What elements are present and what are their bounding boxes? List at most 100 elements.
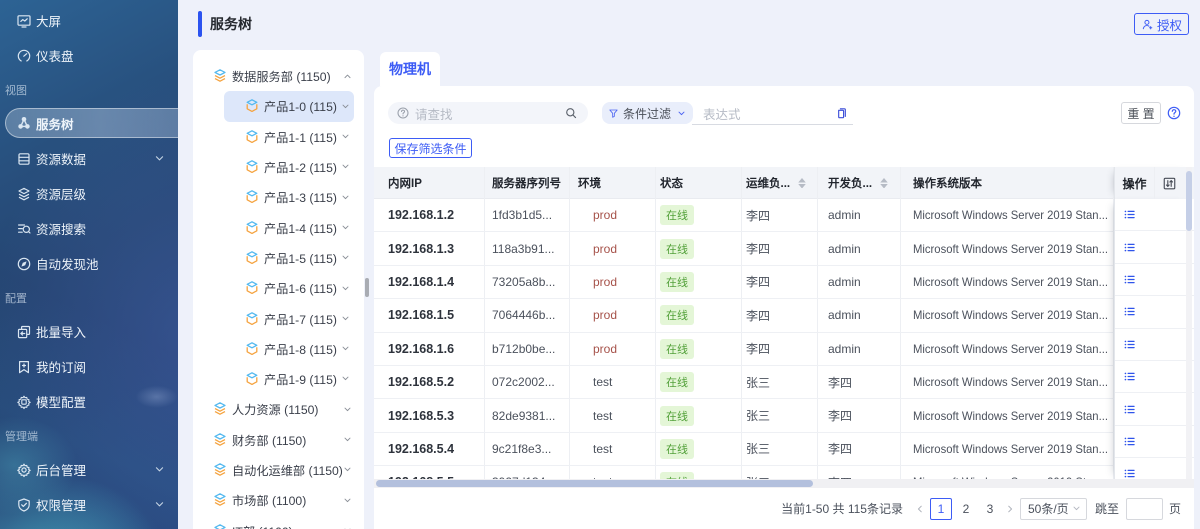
page-size-select[interactable]: 50条/页 bbox=[1020, 498, 1087, 520]
vertical-scrollbar[interactable] bbox=[1186, 167, 1192, 479]
chevron-down-icon bbox=[341, 132, 350, 141]
page-number-3[interactable]: 3 bbox=[980, 498, 1000, 520]
tree-node[interactable]: 产品1-5 (115) bbox=[224, 243, 354, 273]
page-unit-label: 页 bbox=[1169, 500, 1181, 517]
sidebar-item-search-list[interactable]: 资源搜索 bbox=[0, 211, 178, 246]
cell-status: 在线 bbox=[656, 232, 742, 264]
tree-node[interactable]: 产品1-4 (115) bbox=[224, 212, 354, 242]
sort-ascending-icon bbox=[880, 178, 888, 183]
sidebar-item-database[interactable]: 资源数据 bbox=[0, 141, 178, 176]
sidebar-item-service-tree[interactable]: 服务树 bbox=[5, 108, 178, 138]
tree-node[interactable]: 产品1-3 (115) bbox=[224, 182, 354, 212]
help-icon[interactable] bbox=[1166, 105, 1182, 121]
chevron-down-icon bbox=[341, 102, 350, 111]
column-header[interactable]: 服务器序列号 bbox=[485, 167, 570, 199]
tree-node[interactable]: 数据服务部 (1150) bbox=[193, 61, 364, 91]
row-actions bbox=[1115, 264, 1194, 296]
cell-dev-owner: 李四 bbox=[818, 433, 901, 465]
sidebar-item-label: 仪表盘 bbox=[36, 46, 74, 65]
column-header[interactable]: 开发负... bbox=[818, 167, 901, 199]
column-header[interactable]: 环境 bbox=[570, 167, 656, 199]
search-placeholder: 请查找 bbox=[415, 104, 453, 123]
expression-input[interactable]: 表达式 bbox=[692, 102, 853, 125]
cell-dev-owner: 李四 bbox=[818, 466, 901, 480]
question-circle-icon bbox=[396, 106, 410, 120]
gear-icon bbox=[16, 462, 32, 478]
action-list-icon[interactable] bbox=[1123, 241, 1136, 254]
tree-node[interactable]: 产品1-8 (115) bbox=[224, 334, 354, 364]
sidebar-item-model[interactable]: 模型配置 bbox=[0, 384, 178, 419]
column-header[interactable]: 内网IP bbox=[374, 167, 485, 199]
tree-node[interactable]: 人力资源 (1150) bbox=[193, 394, 364, 424]
sidebar-item-label: 资源搜索 bbox=[36, 219, 86, 238]
column-header-action[interactable]: 操作 bbox=[1115, 167, 1155, 199]
action-list-icon[interactable] bbox=[1123, 305, 1136, 318]
sidebar-item-screen[interactable]: 大屏 bbox=[0, 3, 178, 38]
horizontal-scrollbar[interactable] bbox=[374, 479, 1194, 488]
vertical-scrollbar-thumb[interactable] bbox=[1186, 171, 1192, 231]
search-icon[interactable] bbox=[564, 106, 578, 120]
tree-node[interactable]: 产品1-7 (115) bbox=[224, 303, 354, 333]
sidebar-item-label: 后台管理 bbox=[36, 460, 86, 479]
action-list-icon[interactable] bbox=[1123, 370, 1136, 383]
sidebar-item-gauge[interactable]: 仪表盘 bbox=[0, 38, 178, 73]
column-header[interactable]: 状态 bbox=[656, 167, 742, 199]
action-list-icon[interactable] bbox=[1123, 403, 1136, 416]
sidebar-item-gear[interactable]: 后台管理 bbox=[0, 452, 178, 487]
sort-descending-icon bbox=[798, 184, 806, 189]
column-header-label: 开发负... bbox=[828, 175, 872, 191]
column-header[interactable]: 运维负... bbox=[742, 167, 818, 199]
sort-buttons[interactable] bbox=[798, 178, 806, 188]
prev-page-button[interactable] bbox=[912, 501, 928, 517]
tree-node[interactable]: 产品1-9 (115) bbox=[224, 364, 354, 394]
action-list-icon[interactable] bbox=[1123, 435, 1136, 448]
column-settings-icon[interactable] bbox=[1162, 176, 1177, 191]
tree-scrollbar-thumb[interactable] bbox=[365, 278, 369, 297]
page-number-2[interactable]: 2 bbox=[956, 498, 976, 520]
sidebar-item-layers[interactable]: 资源层级 bbox=[0, 176, 178, 211]
page-number-1[interactable]: 1 bbox=[930, 498, 952, 520]
condition-filter-button[interactable]: 条件过滤 bbox=[602, 102, 693, 124]
save-filter-button[interactable]: 保存筛选条件 bbox=[389, 138, 472, 158]
cell-ops-owner: 张三 bbox=[742, 466, 818, 480]
tree-node[interactable]: IT部 (1100) bbox=[193, 515, 364, 529]
tree-node-label: 产品1-9 (115) bbox=[264, 370, 337, 388]
next-page-button[interactable] bbox=[1002, 501, 1018, 517]
reset-button[interactable]: 重 置 bbox=[1121, 102, 1161, 124]
cell-env: prod bbox=[570, 266, 656, 298]
tree-node-label: 产品1-7 (115) bbox=[264, 310, 337, 328]
tree-node[interactable]: 财务部 (1150) bbox=[193, 425, 364, 455]
sidebar-group-label: 视图 bbox=[0, 73, 178, 106]
tab-physical-machine[interactable]: 物理机 bbox=[380, 52, 440, 86]
tree-node[interactable]: 市场部 (1100) bbox=[193, 485, 364, 515]
search-input[interactable]: 请查找 bbox=[388, 102, 588, 124]
column-header-label: 状态 bbox=[660, 175, 683, 191]
copy-icon[interactable] bbox=[835, 106, 849, 120]
jump-to-input[interactable] bbox=[1126, 498, 1163, 520]
tree-node[interactable]: 产品1-1 (115) bbox=[224, 122, 354, 152]
sidebar-item-compass[interactable]: 自动发现池 bbox=[0, 246, 178, 281]
authorize-button[interactable]: 授权 bbox=[1134, 13, 1189, 35]
tree-node[interactable]: 产品1-6 (115) bbox=[224, 273, 354, 303]
tree-node[interactable]: 产品1-0 (115) bbox=[224, 91, 354, 121]
funnel-icon bbox=[608, 108, 619, 119]
horizontal-scrollbar-thumb[interactable] bbox=[376, 480, 813, 487]
tree-node-label: 产品1-6 (115) bbox=[264, 279, 337, 297]
cell-os-text: Microsoft Windows Server 2019 Stan... bbox=[913, 275, 1108, 289]
title-accent-bar bbox=[198, 11, 202, 37]
action-list-icon[interactable] bbox=[1123, 208, 1136, 221]
sort-buttons[interactable] bbox=[880, 178, 888, 188]
cell-status: 在线 bbox=[656, 299, 742, 331]
dept-icon bbox=[212, 523, 228, 529]
sidebar-item-shield-check[interactable]: 权限管理 bbox=[0, 487, 178, 522]
action-list-icon[interactable] bbox=[1123, 273, 1136, 286]
sidebar-item-import[interactable]: 批量导入 bbox=[0, 314, 178, 349]
row-actions bbox=[1115, 296, 1194, 328]
tree-node[interactable]: 自动化运维部 (1150) bbox=[193, 455, 364, 485]
product-icon bbox=[244, 98, 260, 114]
column-header[interactable]: 操作系统版本 bbox=[901, 167, 1114, 199]
sidebar-item-subscribe[interactable]: 我的订阅 bbox=[0, 349, 178, 384]
tree-node[interactable]: 产品1-2 (115) bbox=[224, 152, 354, 182]
cell-serial: 7064446b... bbox=[485, 299, 570, 331]
action-list-icon[interactable] bbox=[1123, 338, 1136, 351]
